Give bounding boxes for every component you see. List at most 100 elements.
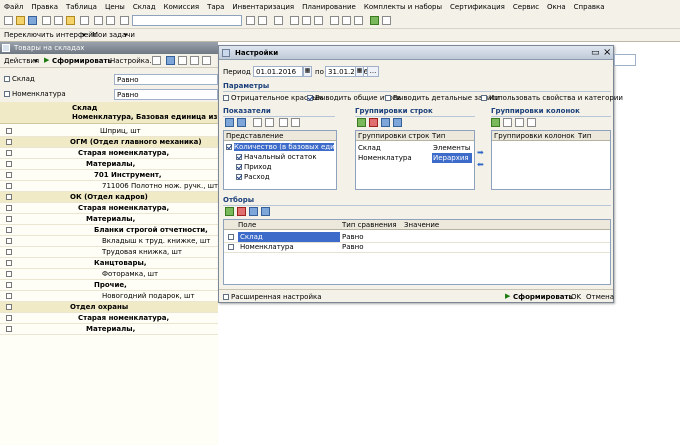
indicator-row[interactable]: Расход: [236, 172, 334, 182]
move-up-icon[interactable]: [381, 118, 390, 127]
open-folder-icon[interactable]: [16, 16, 25, 25]
group-toggle-icon[interactable]: [6, 161, 12, 167]
menu-item[interactable]: Таблица: [66, 3, 97, 11]
menu-item[interactable]: Справка: [574, 3, 605, 11]
dialog-generate-button[interactable]: Сформировать: [513, 293, 573, 301]
undo-icon[interactable]: [94, 16, 103, 25]
indicator-row[interactable]: Начальный остаток: [236, 152, 334, 162]
copy-icon[interactable]: [54, 16, 63, 25]
rowgroup-type[interactable]: Иерархия: [432, 153, 472, 163]
move-down-icon[interactable]: [261, 207, 270, 216]
add-icon[interactable]: [225, 207, 234, 216]
add-icon[interactable]: [491, 118, 500, 127]
menu-item[interactable]: Сертификация: [450, 3, 505, 11]
menu-item[interactable]: Комплекты и наборы: [364, 3, 442, 11]
menu-item[interactable]: Цены: [105, 3, 125, 11]
opt-properties-checkbox[interactable]: [481, 95, 487, 101]
menu-item[interactable]: Планирование: [302, 3, 356, 11]
group-toggle-icon[interactable]: [6, 238, 12, 244]
group-toggle-icon[interactable]: [6, 282, 12, 288]
selection-field[interactable]: Номенклатура: [238, 242, 340, 252]
group-toggle-icon[interactable]: [6, 172, 12, 178]
redo-icon[interactable]: [106, 16, 115, 25]
filter-icon[interactable]: [202, 56, 211, 65]
move-left-icon[interactable]: ⬅: [477, 160, 484, 169]
move-up-icon[interactable]: [515, 118, 524, 127]
move-down-icon[interactable]: [527, 118, 536, 127]
columns-icon[interactable]: [178, 56, 187, 65]
move-up-icon[interactable]: [249, 207, 258, 216]
filter-warehouse-checkbox[interactable]: [4, 76, 10, 82]
delete-icon[interactable]: [80, 16, 89, 25]
group-toggle-icon[interactable]: [6, 227, 12, 233]
move-down-icon[interactable]: [237, 118, 246, 127]
save-icon[interactable]: [28, 16, 37, 25]
group-toggle-icon[interactable]: [6, 183, 12, 189]
selection-field[interactable]: Склад: [238, 232, 340, 242]
selection-cmp[interactable]: Равно: [342, 242, 364, 252]
m-plus-icon[interactable]: [342, 16, 351, 25]
date-from-field[interactable]: 01.01.2016: [253, 66, 303, 77]
menu-item[interactable]: Склад: [133, 3, 156, 11]
window-icon[interactable]: [382, 16, 391, 25]
calendar-icon[interactable]: ▦: [355, 66, 364, 77]
rows-icon[interactable]: [190, 56, 199, 65]
menu-item[interactable]: Правка: [31, 3, 58, 11]
group-toggle-icon[interactable]: [6, 194, 12, 200]
chevron-down-icon[interactable]: ▾: [34, 57, 38, 65]
calendar-icon[interactable]: [290, 16, 299, 25]
new-document-icon[interactable]: [4, 16, 13, 25]
move-down-icon[interactable]: [393, 118, 402, 127]
menu-item[interactable]: Файл: [4, 3, 23, 11]
group-toggle-icon[interactable]: [6, 315, 12, 321]
checkall-icon[interactable]: [253, 118, 262, 127]
uncheckall-icon[interactable]: [265, 118, 274, 127]
filter-item-cond[interactable]: Равно: [114, 89, 218, 100]
group-toggle-icon[interactable]: [6, 128, 12, 134]
group-toggle-icon[interactable]: [6, 216, 12, 222]
m-icon[interactable]: [330, 16, 339, 25]
refresh-icon[interactable]: [370, 16, 379, 25]
group-toggle-icon[interactable]: [6, 326, 12, 332]
selection-checkbox[interactable]: [228, 234, 234, 240]
indicator-checkbox[interactable]: [236, 164, 242, 170]
selection-checkbox[interactable]: [228, 244, 234, 250]
move-right-icon[interactable]: ➡: [477, 148, 484, 157]
group-toggle-icon[interactable]: [6, 249, 12, 255]
menu-item[interactable]: Тара: [207, 3, 224, 11]
help-icon[interactable]: [274, 16, 283, 25]
sort-asc-icon[interactable]: [279, 118, 288, 127]
group-toggle-icon[interactable]: [6, 271, 12, 277]
delete-icon[interactable]: [237, 207, 246, 216]
paste-icon[interactable]: [66, 16, 75, 25]
group-toggle-icon[interactable]: [6, 150, 12, 156]
rowgroup-type[interactable]: Элементы: [432, 143, 472, 153]
filter-item-checkbox[interactable]: [4, 91, 10, 97]
sort-desc-icon[interactable]: [291, 118, 300, 127]
search-prev-icon[interactable]: [258, 16, 267, 25]
calculator-icon[interactable]: [302, 16, 311, 25]
group-toggle-icon[interactable]: [6, 304, 12, 310]
m-minus-icon[interactable]: [354, 16, 363, 25]
report-layout-icon[interactable]: [166, 56, 175, 65]
menu-item[interactable]: Сервис: [513, 3, 539, 11]
indicator-row[interactable]: Количество (в базовых единица: [226, 142, 334, 152]
period-select-button[interactable]: ...: [367, 66, 379, 77]
window-icon[interactable]: ▭: [591, 48, 600, 58]
rowgroup-name[interactable]: Склад: [358, 143, 381, 153]
filter-warehouse-cond[interactable]: Равно: [114, 74, 218, 85]
group-toggle-icon[interactable]: [6, 139, 12, 145]
menu-item[interactable]: Инвентаризация: [232, 3, 294, 11]
menu-item[interactable]: Окна: [547, 3, 566, 11]
calendar-icon[interactable]: ▦: [303, 66, 312, 77]
opt-totals-checkbox[interactable]: [307, 95, 313, 101]
search-combo[interactable]: [132, 15, 242, 26]
delete-icon[interactable]: [503, 118, 512, 127]
extended-checkbox[interactable]: [223, 294, 229, 300]
opt-details-checkbox[interactable]: [385, 95, 391, 101]
chevron-down-icon[interactable]: ▾: [124, 31, 128, 39]
my-tasks-button[interactable]: Мои задачи: [92, 31, 135, 39]
add-icon[interactable]: [357, 118, 366, 127]
indicator-checkbox[interactable]: [236, 154, 242, 160]
move-up-icon[interactable]: [225, 118, 234, 127]
